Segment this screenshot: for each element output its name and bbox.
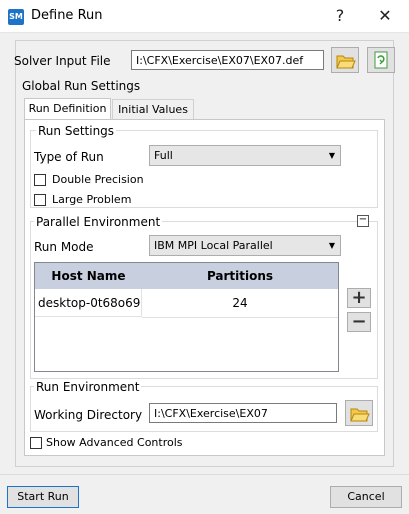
reload-button[interactable] [367,47,395,73]
browse-solver-button[interactable] [331,47,359,73]
working-dir-label: Working Directory [34,408,143,422]
host-name-cell[interactable]: desktop-0t68o69 [35,289,142,317]
help-button[interactable]: ? [322,4,358,28]
browse-working-dir-button[interactable] [345,400,373,426]
window-title: Define Run [31,8,103,23]
solver-input-label: Solver Input File [14,54,111,68]
dropdown-arrow-icon: ▼ [328,151,335,160]
refresh-file-icon [374,51,388,69]
remove-host-button[interactable]: − [347,312,371,332]
show-advanced-label: Show Advanced Controls [46,436,183,449]
folder-open-icon [350,408,370,422]
run-env-title: Run Environment [34,380,142,394]
show-advanced-checkbox[interactable] [30,437,42,449]
working-dir-field[interactable]: I:\CFX\Exercise\EX07 [149,403,337,423]
run-settings-title: Run Settings [36,124,117,138]
solver-input-field[interactable]: I:\CFX\Exercise\EX07\EX07.def [131,50,324,70]
partitions-cell[interactable]: 24 [142,289,338,318]
collapse-icon[interactable]: − [357,215,369,227]
run-mode-select[interactable]: IBM MPI Local Parallel ▼ [149,235,341,256]
large-problem-checkbox[interactable] [34,194,46,206]
close-button[interactable]: ✕ [367,4,403,28]
tab-initial-values[interactable]: Initial Values [112,99,194,119]
dropdown-arrow-icon: ▼ [328,241,335,250]
run-mode-label: Run Mode [34,240,94,254]
partitions-header[interactable]: Partitions [142,263,338,289]
type-of-run-value: Full [154,149,173,162]
folder-open-icon [336,55,356,69]
tab-run-definition[interactable]: Run Definition [24,98,111,120]
start-run-button[interactable]: Start Run [7,486,79,508]
type-of-run-label: Type of Run [34,150,104,164]
parallel-env-title: Parallel Environment [34,215,163,229]
title-bar: SM Define Run ? ✕ [0,0,409,33]
type-of-run-select[interactable]: Full ▼ [149,145,341,166]
footer-divider [0,474,409,475]
add-host-button[interactable]: + [347,288,371,308]
host-name-header[interactable]: Host Name [35,263,142,289]
run-mode-value: IBM MPI Local Parallel [154,239,273,252]
app-icon: SM [8,9,24,25]
cancel-button[interactable]: Cancel [330,486,402,508]
double-precision-checkbox[interactable] [34,174,46,186]
large-problem-label: Large Problem [52,193,132,206]
double-precision-label: Double Precision [52,173,144,186]
global-settings-title: Global Run Settings [22,79,141,93]
